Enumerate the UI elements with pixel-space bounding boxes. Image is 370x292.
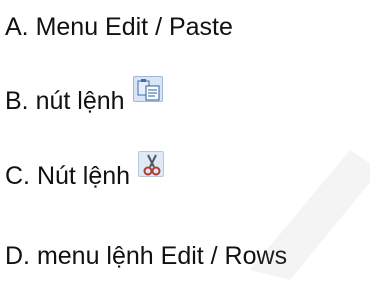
option-b: B. nút lệnh (5, 76, 163, 116)
answer-options: A. Menu Edit / Paste B. nút lệnh C. Nút … (0, 0, 370, 292)
option-d: D. menu lệnh Edit / Rows (5, 241, 287, 271)
option-b-text: B. nút lệnh (5, 87, 125, 115)
option-c-text: C. Nút lệnh (5, 162, 131, 190)
cut-scissors-icon (138, 151, 165, 177)
paste-icon (132, 76, 163, 102)
option-d-text: D. menu lệnh Edit / Rows (5, 242, 288, 270)
option-c: C. Nút lệnh (5, 151, 165, 191)
option-a-text: A. Menu Edit / Paste (5, 13, 233, 41)
option-a: A. Menu Edit / Paste (5, 12, 233, 42)
